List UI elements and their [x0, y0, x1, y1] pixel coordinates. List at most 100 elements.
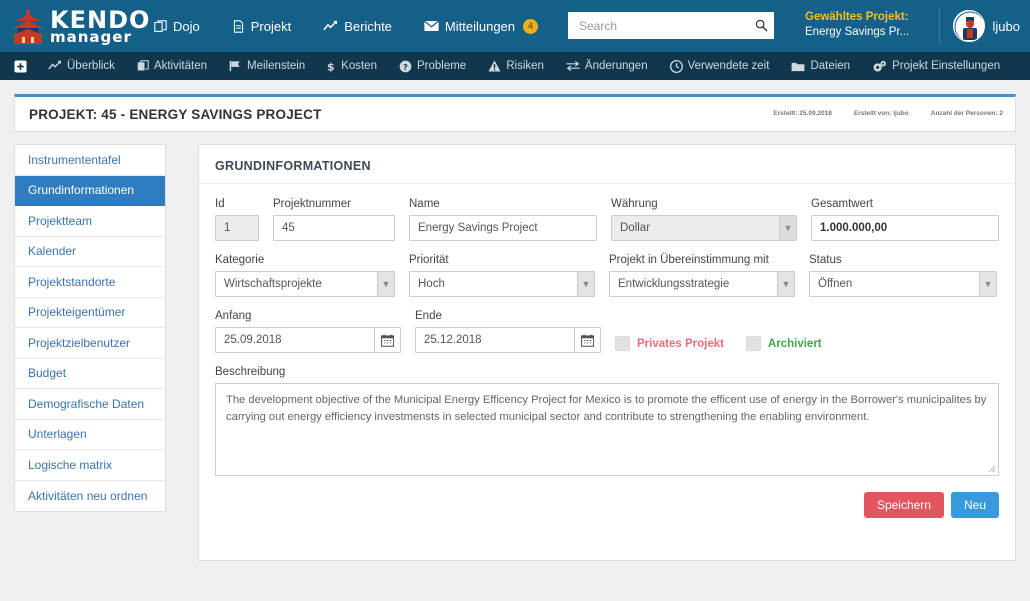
sidebar-label: Demografische Daten — [28, 396, 145, 411]
field-label-waehrung: Währung — [611, 198, 658, 210]
field-anfang: Anfang 25.09.2018 — [215, 310, 401, 353]
topnav-item-mitteilungen[interactable]: Mitteilungen 4 — [408, 0, 554, 52]
page-title-card: PROJEKT: 45 - ENERGY SAVINGS PROJECT Ers… — [14, 94, 1016, 132]
copy-icon — [154, 19, 167, 33]
strategie-value: Entwicklungsstrategie — [618, 278, 730, 290]
checkbox-icon[interactable] — [615, 336, 630, 351]
topnav-item-berichte[interactable]: Berichte — [307, 0, 408, 52]
name-input[interactable]: Energy Savings Project — [409, 215, 597, 241]
kategorie-select[interactable]: Wirtschaftsprojekte ▼ — [215, 271, 395, 297]
subnav-label-dateien: Dateien — [810, 60, 851, 72]
prioritaet-value: Hoch — [418, 278, 445, 290]
question-circle-icon: ? — [399, 60, 412, 73]
sidebar-item-projektstandorte[interactable]: Projektstandorte — [15, 267, 165, 298]
subnav-item-probleme[interactable]: ? Probleme — [388, 52, 477, 80]
prioritaet-select[interactable]: Hoch ▼ — [409, 271, 595, 297]
page-container: PROJEKT: 45 - ENERGY SAVINGS PROJECT Ers… — [0, 80, 1030, 561]
field-name: Name Energy Savings Project — [409, 198, 597, 241]
sidebar-label: Budget — [28, 366, 67, 381]
pagoda-logo-icon — [8, 6, 48, 46]
waehrung-value: Dollar — [620, 222, 651, 234]
ende-date-input[interactable]: 25.12.2018 — [415, 327, 601, 353]
subnav-item-add[interactable] — [6, 52, 37, 80]
subnav-item-verwendete-zeit[interactable]: Verwendete zeit — [659, 52, 781, 80]
field-id: Id 1 — [215, 198, 259, 241]
subnav-label-verwendete-zeit: Verwendete zeit — [687, 60, 770, 72]
subnav-item-risiken[interactable]: Risiken — [477, 52, 555, 80]
anfang-date-input[interactable]: 25.09.2018 — [215, 327, 401, 353]
topnav-item-projekt[interactable]: Projekt — [216, 0, 307, 52]
subnav-item-aktivitaeten[interactable]: Aktivitäten — [126, 52, 218, 80]
field-strategie: Projekt in Übereinstimmung mit Entwicklu… — [609, 254, 795, 297]
status-select[interactable]: Öffnen ▼ — [809, 271, 997, 297]
field-label-name: Name — [409, 198, 440, 210]
user-avatar-icon — [952, 10, 985, 42]
search-input[interactable] — [577, 17, 755, 34]
envelope-icon — [423, 20, 439, 32]
calendar-icon[interactable] — [374, 328, 400, 352]
search-icon[interactable] — [755, 19, 768, 32]
subnav-item-projekt-einstellungen[interactable]: Projekt Einstellungen — [861, 52, 1011, 80]
form-row-2: Kategorie Wirtschaftsprojekte ▼ Prioritä… — [215, 254, 999, 297]
strategie-select[interactable]: Entwicklungsstrategie ▼ — [609, 271, 795, 297]
sidebar-item-demografische-daten[interactable]: Demografische Daten — [15, 389, 165, 420]
field-beschreibung: Beschreibung The development objective o… — [215, 366, 999, 476]
user-menu[interactable]: ljubo — [938, 0, 1020, 52]
subnav-item-meilenstein[interactable]: Meilenstein — [218, 52, 316, 80]
sidebar-item-unterlagen[interactable]: Unterlagen — [15, 420, 165, 450]
sidebar-label: Kalender — [28, 244, 77, 259]
calendar-icon[interactable] — [574, 328, 600, 352]
kategorie-value: Wirtschaftsprojekte — [224, 278, 322, 290]
projektnummer-input[interactable]: 45 — [273, 215, 395, 241]
subnav-label-probleme: Probleme — [416, 60, 467, 72]
subnav-item-aenderungen[interactable]: Änderungen — [555, 52, 659, 80]
chevron-down-icon: ▼ — [577, 272, 594, 296]
anfang-value: 25.09.2018 — [224, 334, 282, 346]
sidebar-label: Aktivitäten neu ordnen — [28, 488, 148, 503]
sidebar-item-logische-matrix[interactable]: Logische matrix — [15, 450, 165, 481]
field-label-status: Status — [809, 254, 842, 266]
new-button[interactable]: Neu — [950, 492, 999, 518]
brand-text: KENDO manager — [50, 8, 150, 45]
grundinformationen-panel: GRUNDINFORMATIONEN Id 1 Projektnummer 45… — [198, 144, 1016, 561]
sidebar-item-grundinformationen[interactable]: Grundinformationen — [15, 175, 165, 206]
resize-grip-icon[interactable] — [987, 464, 996, 473]
brand-logo[interactable]: KENDO manager — [0, 6, 149, 46]
sidebar-item-projektzielbenutzer[interactable]: Projektzielbenutzer — [15, 328, 165, 359]
panel-heading: GRUNDINFORMATIONEN — [215, 159, 371, 173]
sidebar-item-aktivitaeten-neu-ordnen[interactable]: Aktivitäten neu ordnen — [15, 481, 165, 512]
selected-project-block[interactable]: Gewähltes Projekt: Energy Savings Pr... — [805, 10, 909, 40]
beschreibung-textarea[interactable]: The development objective of the Municip… — [215, 383, 999, 476]
save-button[interactable]: Speichern — [863, 492, 944, 518]
checkbox-icon[interactable] — [745, 336, 761, 351]
gesamtwert-input[interactable]: 1.000.000,00 — [811, 215, 999, 241]
flag-icon — [229, 60, 242, 72]
search-box[interactable] — [568, 12, 774, 39]
subnav-label-risiken: Risiken — [506, 60, 544, 72]
chart-line-icon — [323, 20, 338, 33]
subnav-item-ueberblick[interactable]: Überblick — [37, 52, 126, 80]
subnav-item-kosten[interactable]: $ Kosten — [316, 52, 388, 80]
project-sidebar: Instrumententafel Grundinformationen Pro… — [14, 144, 166, 512]
subnav-item-dateien[interactable]: Dateien — [780, 52, 861, 80]
waehrung-select[interactable]: Dollar ▼ — [611, 215, 797, 241]
secondary-navigation: Überblick Aktivitäten Meilenstein $ Kost… — [0, 52, 1030, 80]
sidebar-item-budget[interactable]: Budget — [15, 359, 165, 389]
privates-projekt-checkbox[interactable]: Privates Projekt — [615, 336, 724, 351]
sidebar-item-projekteigentuemer[interactable]: Projekteigentümer — [15, 298, 165, 328]
sidebar-item-kalender[interactable]: Kalender — [15, 237, 165, 267]
sidebar-item-projektteam[interactable]: Projektteam — [15, 206, 165, 237]
field-label-kategorie: Kategorie — [215, 254, 265, 266]
field-projektnummer: Projektnummer 45 — [273, 198, 395, 241]
sidebar-item-instrumententafel[interactable]: Instrumententafel — [15, 145, 165, 176]
subnav-label-projekt-einstellungen: Projekt Einstellungen — [892, 60, 1001, 72]
field-gesamtwert: Gesamtwert 1.000.000,00 — [811, 198, 999, 241]
subnav-label-meilenstein: Meilenstein — [247, 60, 306, 72]
topnav-item-dojo[interactable]: Dojo — [138, 0, 216, 52]
page-meta: Erstellt: 25.09.2018 Erstellt von: ljubo… — [773, 110, 1003, 117]
id-input: 1 — [215, 215, 259, 241]
field-label-gesamtwert: Gesamtwert — [811, 198, 873, 210]
archiviert-checkbox[interactable]: Archiviert — [745, 336, 822, 351]
chevron-down-icon: ▼ — [377, 272, 394, 296]
field-ende: Ende 25.12.2018 — [415, 310, 601, 353]
